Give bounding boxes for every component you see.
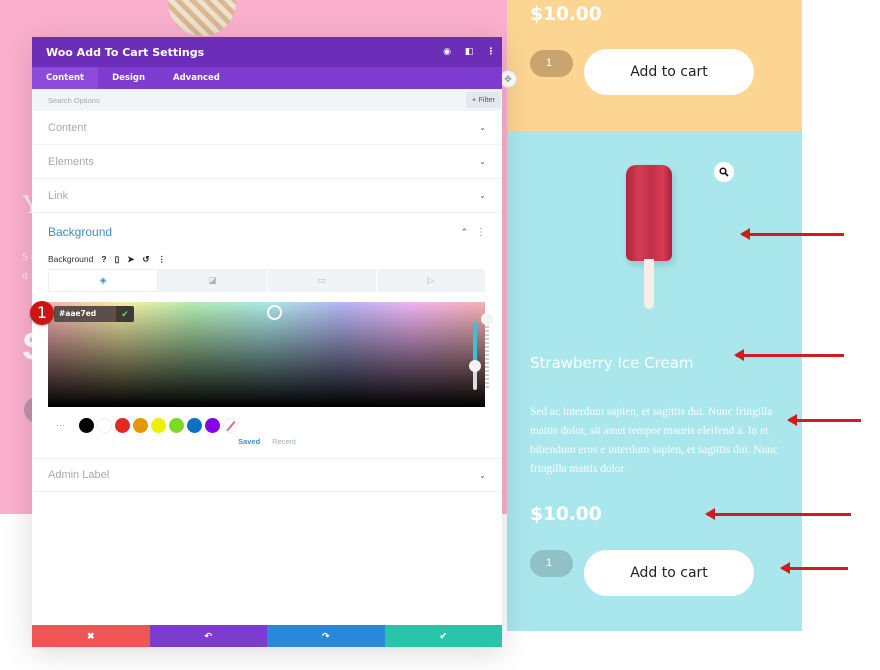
modal-footer: ✖ ↶ ↷ ✔ (32, 625, 502, 647)
annotation-arrow (787, 414, 861, 426)
background-field-row: Background ? ▯ ➤ ↺ ⋮ (48, 251, 486, 267)
swatch[interactable] (97, 417, 112, 433)
annotation-arrow (734, 349, 844, 361)
help-icon[interactable]: ? (101, 254, 106, 264)
page: Y S t d S $10.00 1 Add to cart Strawberr… (0, 0, 880, 670)
opacity-slider[interactable] (485, 322, 489, 390)
move-icon: ✥ (504, 73, 512, 84)
section-label: Background (48, 225, 113, 239)
chevron-up-icon[interactable]: ⌃ (460, 227, 468, 238)
image-icon: ▭ (317, 275, 326, 285)
swatch[interactable] (133, 417, 148, 433)
background-type-tabs: ◈ ◪ ▭ ▷ (48, 269, 486, 292)
color-swatches: ··· (48, 414, 486, 436)
modal-header: Woo Add To Cart Settings ◉ ◧ ⋮ (32, 37, 502, 67)
more-vertical-icon[interactable]: ⋮ (480, 37, 502, 67)
bg-type-gradient[interactable]: ◪ (158, 269, 268, 292)
tab-advanced[interactable]: Advanced (159, 67, 234, 89)
tab-design[interactable]: Design (98, 67, 159, 89)
reset-icon[interactable]: ↺ (142, 254, 149, 265)
hue-slider-handle[interactable] (469, 360, 481, 372)
search-options-input[interactable]: Search Options (48, 96, 466, 105)
bg-type-image[interactable]: ▭ (267, 269, 377, 292)
product-description: Sed ac interdum sapien, et sagittis dui.… (530, 406, 779, 475)
modal-tabs: Content Design Advanced (32, 67, 502, 89)
chevron-down-icon: ⌄ (479, 470, 486, 480)
background-header[interactable]: Background ⌃ ⋮ (48, 213, 486, 251)
bg-type-video[interactable]: ▷ (376, 269, 486, 292)
opacity-slider-handle[interactable] (481, 313, 493, 325)
tab-content[interactable]: Content (32, 67, 99, 89)
undo-button[interactable]: ↶ (149, 625, 267, 647)
more-vertical-icon[interactable]: ⋮ (476, 227, 486, 238)
redo-icon: ↷ (321, 630, 330, 641)
swatch[interactable] (187, 417, 202, 433)
annotation-arrow (740, 228, 844, 240)
color-selector-handle[interactable] (267, 305, 282, 320)
chevron-down-icon: ⌄ (479, 191, 486, 200)
discard-button[interactable]: ✖ (32, 625, 150, 647)
modal-title: Woo Add To Cart Settings (46, 45, 205, 59)
field-label: Background (48, 254, 94, 264)
video-icon: ▷ (427, 275, 435, 285)
quantity-input[interactable]: 1 (530, 50, 573, 77)
split-view-icon[interactable]: ◧ (458, 37, 480, 67)
magnifier-icon (719, 167, 729, 177)
more-swatches-icon[interactable]: ··· (48, 420, 73, 430)
no-color-swatch[interactable] (223, 417, 238, 433)
section-label: Content (48, 121, 87, 134)
bg-type-color[interactable]: ◈ (48, 269, 159, 292)
undo-icon: ↶ (204, 630, 213, 641)
section-label: Admin Label (48, 469, 110, 481)
save-button[interactable]: ✔ (384, 625, 502, 647)
recent-tab[interactable]: Recent (272, 437, 296, 446)
close-icon: ✖ (86, 630, 95, 641)
saved-tab[interactable]: Saved (238, 437, 260, 446)
paint-bucket-icon: ◈ (99, 275, 107, 285)
redo-button[interactable]: ↷ (267, 625, 385, 647)
section-admin-label[interactable]: Admin Label ⌄ (32, 458, 502, 492)
annotation-arrow (780, 562, 848, 574)
gradient-icon: ◪ (208, 275, 217, 285)
section-label: Elements (48, 155, 94, 168)
section-elements[interactable]: Elements ⌄ (32, 145, 502, 179)
palette-tabs: Saved Recent (48, 437, 486, 446)
swatch[interactable] (79, 417, 94, 433)
ice-cream-cone-image (168, 0, 236, 36)
swatch[interactable] (169, 417, 184, 433)
swatch[interactable] (151, 417, 166, 433)
chevron-down-icon: ⌄ (479, 157, 486, 166)
check-icon: ✔ (121, 309, 129, 319)
focus-icon[interactable]: ◉ (436, 37, 458, 67)
mobile-icon[interactable]: ▯ (115, 254, 120, 265)
swatch[interactable] (205, 417, 220, 433)
settings-modal: Woo Add To Cart Settings ◉ ◧ ⋮ Content D… (32, 37, 502, 647)
hue-slider[interactable] (473, 322, 477, 390)
add-to-cart-button[interactable]: Add to cart (584, 550, 754, 596)
check-icon: ✔ (439, 630, 448, 641)
zoom-button[interactable] (714, 162, 734, 182)
section-content[interactable]: Content ⌄ (32, 111, 502, 145)
apply-hex-button[interactable]: ✔ (116, 306, 134, 322)
product-title: Strawberry Ice Cream (530, 354, 694, 372)
add-to-cart-button[interactable]: Add to cart (584, 49, 754, 95)
more-icon[interactable]: ⋮ (158, 254, 167, 265)
popsicle-image (626, 165, 672, 310)
product-price: $10.00 (530, 3, 602, 25)
chevron-down-icon: ⌄ (479, 123, 486, 132)
filter-button[interactable]: + Filter (465, 92, 501, 108)
cursor-icon[interactable]: ➤ (127, 254, 134, 265)
quantity-input[interactable]: 1 (530, 550, 573, 577)
search-bar: Search Options + Filter (32, 89, 502, 111)
annotation-arrow (705, 508, 851, 520)
hex-color-input[interactable]: #aae7ed (54, 306, 116, 322)
step-badge: 1 (30, 301, 54, 325)
product-price: $10.00 (530, 503, 602, 525)
swatch[interactable] (115, 417, 130, 433)
section-label: Link (48, 189, 69, 202)
section-background: Background ⌃ ⋮ Background ? ▯ ➤ ↺ ⋮ ◈ ◪ … (32, 213, 502, 446)
section-link[interactable]: Link ⌄ (32, 179, 502, 213)
